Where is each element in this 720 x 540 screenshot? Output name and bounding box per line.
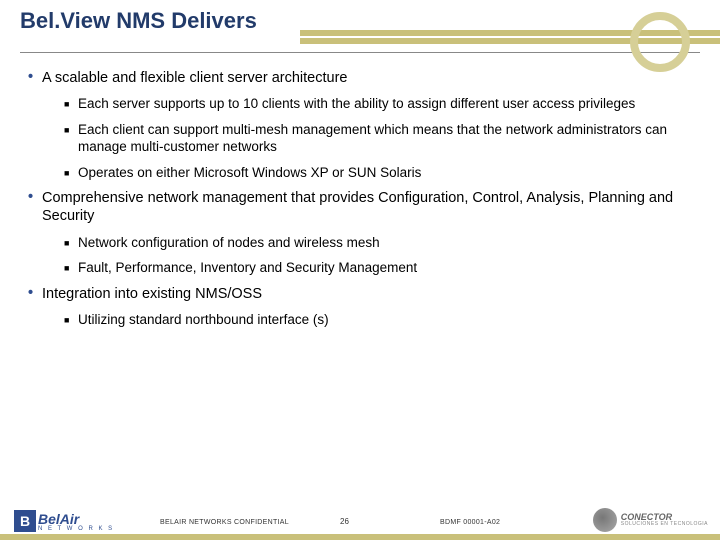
- footer: B BelAir N E T W O R K S BELAIR NETWORKS…: [0, 496, 720, 540]
- bullet-text: Comprehensive network management that pr…: [42, 189, 688, 225]
- logo-conector: CONECTOR SOLUCIONES EN TECNOLOGIA: [593, 508, 708, 532]
- logo-right-subtext: SOLUCIONES EN TECNOLOGIA: [621, 522, 708, 527]
- confidential-label: BELAIR NETWORKS CONFIDENTIAL: [160, 519, 289, 526]
- bullet-text: A scalable and flexible client server ar…: [42, 69, 688, 87]
- decorative-band: [300, 30, 720, 50]
- bullet-item: •Integration into existing NMS/OSS: [28, 285, 692, 303]
- bullet-item: •Comprehensive network management that p…: [28, 189, 692, 225]
- sub-bullet-item: ■Utilizing standard northbound interface…: [64, 311, 692, 329]
- slide-content: •A scalable and flexible client server a…: [0, 57, 720, 328]
- sub-bullet-item: ■Each server supports up to 10 clients w…: [64, 95, 692, 113]
- ring-icon: [630, 12, 690, 72]
- logo-initial-icon: B: [14, 510, 36, 532]
- document-id: BDMF 00001-A02: [440, 519, 500, 526]
- sphere-icon: [593, 508, 617, 532]
- footer-bar: [0, 534, 720, 540]
- page-number: 26: [340, 517, 349, 526]
- sub-bullet-item: ■Operates on either Microsoft Windows XP…: [64, 164, 692, 182]
- sub-bullet-item: ■Fault, Performance, Inventory and Secur…: [64, 259, 692, 277]
- bullet-item: •A scalable and flexible client server a…: [28, 69, 692, 87]
- logo-brand: BelAir: [38, 512, 114, 526]
- logo-subtext: N E T W O R K S: [38, 526, 114, 532]
- bullet-text: Integration into existing NMS/OSS: [42, 285, 688, 303]
- title-area: Bel.View NMS Delivers: [0, 0, 720, 52]
- logo-belair: B BelAir N E T W O R K S: [14, 510, 114, 532]
- sub-bullet-item: ■Each client can support multi-mesh mana…: [64, 121, 692, 156]
- sub-bullet-item: ■Network configuration of nodes and wire…: [64, 234, 692, 252]
- title-underline: [20, 52, 700, 53]
